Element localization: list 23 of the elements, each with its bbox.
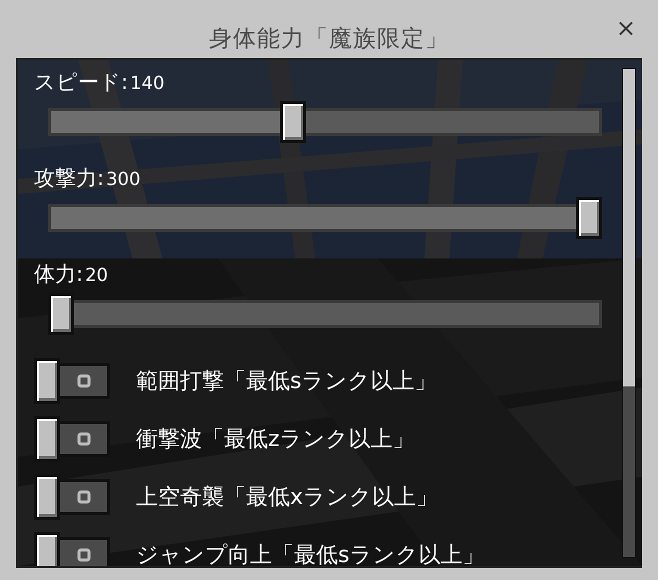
toggle-label: 衝撃波「最低zランク以上」: [136, 426, 415, 454]
slider-label: 攻撃力:300: [34, 165, 140, 192]
close-button[interactable]: ×: [612, 16, 640, 40]
off-icon: [76, 490, 90, 504]
slider[interactable]: [48, 100, 602, 144]
slider-thumb[interactable]: [280, 101, 306, 143]
toggle-label: 上空奇襲「最低xランク以上」: [136, 484, 438, 512]
toggle-switch[interactable]: [34, 532, 110, 566]
toggle-label: 範囲打撃「最低sランク以上」: [136, 368, 436, 396]
toggle-switch[interactable]: [34, 358, 110, 404]
window-title: 身体能力「魔族限定」: [209, 24, 449, 54]
slider-thumb[interactable]: [48, 293, 74, 335]
toggle-switch[interactable]: [34, 474, 110, 520]
slider-thumb[interactable]: [576, 197, 602, 239]
scrollbar[interactable]: [622, 68, 636, 558]
off-icon: [76, 432, 90, 446]
slider[interactable]: [48, 196, 602, 240]
slider-label: 体力:20: [34, 261, 108, 288]
off-icon: [76, 548, 90, 562]
toggle-label: ジャンプ向上「最低sランク以上」: [136, 542, 484, 566]
toggle-switch[interactable]: [34, 416, 110, 462]
slider-label: スピード:140: [34, 69, 164, 96]
off-icon: [76, 374, 90, 388]
